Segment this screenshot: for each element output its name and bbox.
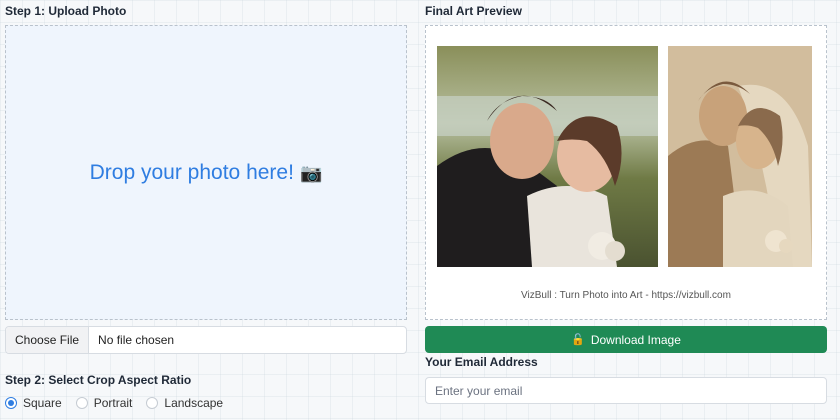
file-status: No file chosen (98, 333, 175, 347)
file-input[interactable]: Choose File No file chosen (5, 326, 407, 354)
step1-heading: Step 1: Upload Photo (5, 4, 127, 18)
email-heading: Your Email Address (425, 355, 538, 369)
radio-square-label: Square (23, 396, 62, 410)
choose-file-button[interactable]: Choose File (6, 327, 90, 353)
radio-landscape-label: Landscape (164, 396, 224, 410)
radio-landscape[interactable]: Landscape (146, 396, 223, 410)
original-photo (437, 46, 658, 267)
paper-art-image (668, 46, 812, 267)
camera-icon: 📷 (299, 162, 323, 183)
step2-heading: Step 2: Select Crop Aspect Ratio (5, 373, 192, 387)
radio-portrait[interactable]: Portrait (75, 396, 133, 410)
dropzone-text: Drop your photo here! (89, 160, 294, 184)
download-button-label: Download Image (590, 332, 681, 347)
radio-portrait-indicator[interactable] (75, 397, 88, 409)
art-preview-frame: VizBull : Turn Photo into Art - https://… (425, 25, 827, 320)
unlock-icon: 🔓 (571, 334, 585, 346)
radio-square[interactable]: Square (5, 396, 62, 410)
email-input[interactable] (425, 377, 827, 404)
photo-dropzone[interactable]: Drop your photo here! 📷 (5, 25, 407, 320)
radio-landscape-indicator[interactable] (146, 397, 159, 409)
preview-heading: Final Art Preview (425, 4, 522, 18)
crop-ratio-options: Square Portrait Landscape (5, 396, 223, 410)
radio-square-indicator[interactable] (5, 397, 17, 409)
preview-caption: VizBull : Turn Photo into Art - https://… (521, 290, 731, 301)
download-button[interactable]: 🔓 Download Image (425, 326, 827, 353)
radio-portrait-label: Portrait (93, 396, 133, 410)
